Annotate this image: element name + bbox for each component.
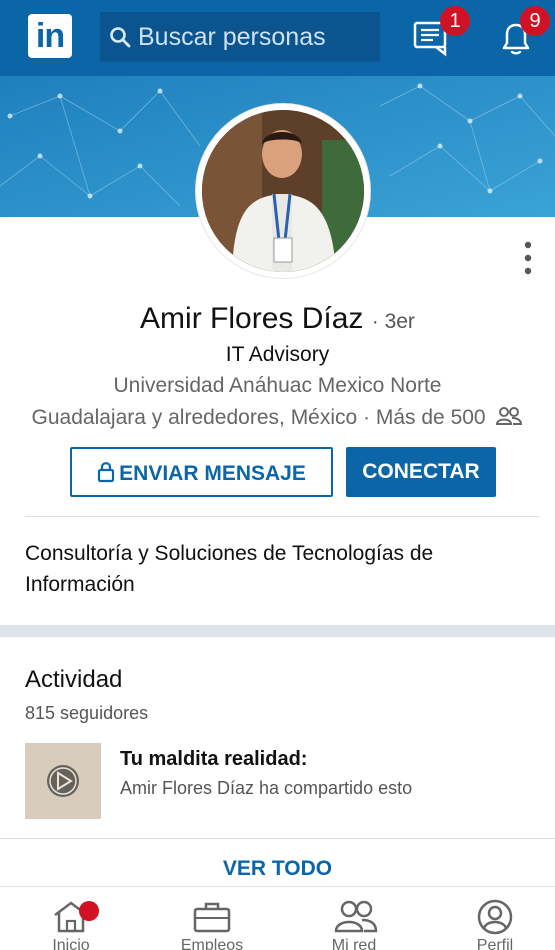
top-bar: in Buscar personas 1 9 [0,0,555,76]
divider [25,516,540,517]
send-message-button[interactable]: ENVIAR MENSAJE [70,447,333,497]
nav-item-profile[interactable]: Perfil [435,887,555,950]
nav-label-jobs: Empleos [180,937,244,950]
messages-badge: 1 [440,6,470,36]
connection-degree: · 3er [371,310,415,333]
bottom-nav: Inicio Empleos Mi red Perfil [0,886,555,950]
briefcase-icon [193,902,231,933]
divider [0,838,555,839]
profile-location-connections: Guadalajara y alrededores, México · Más … [31,406,486,429]
profile-name-row: Amir Flores Díaz · 3er [0,302,555,336]
profile-avatar[interactable] [196,104,370,278]
home-notification-dot [79,901,99,921]
linkedin-logo[interactable]: in [28,14,72,58]
search-icon [110,27,131,48]
profile-location-row: Guadalajara y alrededores, México · Más … [0,406,555,430]
nav-item-home[interactable]: Inicio [11,887,131,950]
followers-count: 815 seguidores [25,703,149,723]
lock-icon [98,462,115,483]
nav-label-home: Inicio [52,937,90,950]
nav-label-profile: Perfil [476,937,514,950]
post-subtitle: Amir Flores Díaz ha compartido esto [120,778,413,798]
search-placeholder: Buscar personas [138,23,326,51]
profile-photo [202,110,364,272]
section-separator [0,625,555,637]
nav-item-network[interactable]: Mi red [294,887,414,950]
notifications-badge: 9 [520,6,550,36]
see-all-link[interactable]: VER TODO [0,857,555,881]
profile-headline: IT Advisory [225,343,330,366]
connect-button[interactable]: CONECTAR [346,447,496,497]
activity-title: Actividad [25,666,123,693]
nav-item-jobs[interactable]: Empleos [152,887,272,950]
nav-label-network: Mi red [331,937,377,950]
search-input[interactable]: Buscar personas [100,12,380,62]
profile-school: Universidad Anáhuac Mexico Norte [113,374,442,397]
more-options-icon[interactable] [520,240,536,276]
post-thumbnail[interactable] [25,743,101,819]
connections-icon [496,407,523,425]
post-title[interactable]: Tu maldita realidad: [120,748,307,771]
send-message-label: ENVIAR MENSAJE [119,462,306,485]
network-icon [334,900,378,933]
profile-summary: Consultoría y Soluciones de Tecnologías … [25,542,434,596]
profile-icon [477,899,513,935]
profile-name: Amir Flores Díaz [140,302,364,335]
